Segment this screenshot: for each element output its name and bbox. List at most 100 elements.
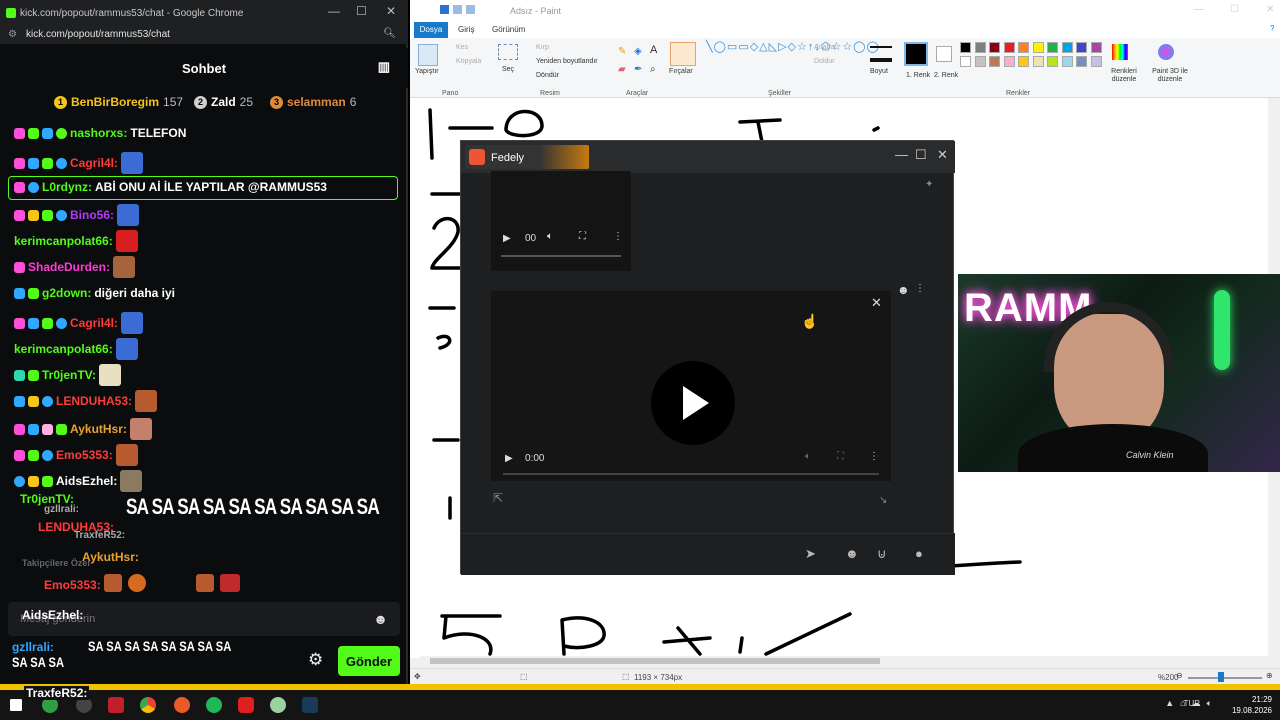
fedely-input-bar[interactable]: ➤ ☻ ⊍ ● <box>461 533 955 575</box>
size-button[interactable]: Boyut <box>870 68 888 75</box>
leader-1[interactable]: 1 BenBirBoregim 157 <box>54 95 183 109</box>
undo-icon[interactable] <box>453 5 462 14</box>
minimize-icon[interactable]: — <box>1194 4 1204 15</box>
url-text[interactable]: kick.com/popout/rammus53/chat <box>26 29 170 40</box>
tab-home[interactable]: Giriş <box>458 25 474 34</box>
copy-button[interactable]: Kopyala <box>456 58 481 65</box>
save-icon[interactable] <box>440 5 449 14</box>
chat-username[interactable]: nashorxs: <box>70 126 127 140</box>
emoji-icon[interactable]: ☻ <box>373 611 388 627</box>
close-icon[interactable]: ✕ <box>937 147 948 163</box>
pin-icon[interactable]: ✦ <box>925 179 933 190</box>
emoji-icon[interactable]: ☻ <box>845 546 859 561</box>
chat-username[interactable]: g2down: <box>42 286 91 300</box>
palette-swatch[interactable] <box>1032 42 1044 53</box>
paste-button[interactable]: Yapıştır <box>415 68 439 75</box>
spotify-icon[interactable] <box>206 697 222 713</box>
palette-swatch[interactable] <box>989 56 1000 67</box>
paste-icon[interactable] <box>418 44 438 66</box>
volume-icon[interactable]: 🔈︎ <box>805 451 811 462</box>
crop-button[interactable]: Kırp <box>536 44 549 51</box>
horizontal-scrollbar[interactable] <box>420 656 1268 666</box>
palette-swatch[interactable] <box>974 42 986 53</box>
color-picker-icon[interactable]: ✒ <box>634 64 642 75</box>
palette-swatch[interactable] <box>1090 56 1102 67</box>
palette-swatch[interactable] <box>1090 42 1102 53</box>
zoom-icon[interactable]: 🔍︎ <box>383 28 396 39</box>
chat-username[interactable]: kerimcanpolat66: <box>14 234 113 248</box>
palette-swatch[interactable] <box>1047 42 1058 53</box>
minimize-icon[interactable]: — <box>895 147 908 162</box>
palette-swatch[interactable] <box>1018 56 1029 67</box>
brushes-button[interactable]: Fırçalar <box>669 68 693 75</box>
paint3d-button[interactable]: Paint 3D ile düzenle <box>1148 68 1192 84</box>
color2-button[interactable]: 2. Renk <box>934 72 958 79</box>
chat-username[interactable]: Bino56: <box>70 208 114 222</box>
brushes-icon[interactable] <box>670 42 696 66</box>
emote-icon[interactable]: ☻ <box>897 283 910 297</box>
chat-menu-icon[interactable]: ▥ <box>378 59 390 75</box>
microphone-icon[interactable]: ● <box>915 546 923 561</box>
play-icon[interactable]: ▶ <box>505 453 513 464</box>
maximize-icon[interactable]: ☐ <box>1230 4 1239 15</box>
cut-button[interactable]: Kes <box>456 44 468 51</box>
chat-username[interactable]: L0rdynz: <box>42 180 92 194</box>
site-info-icon[interactable]: ⚙ <box>8 29 17 40</box>
zoom-slider-thumb[interactable] <box>1218 672 1224 682</box>
minimize-icon[interactable]: — <box>328 4 340 18</box>
send-icon[interactable]: ➤ <box>805 546 816 562</box>
big-play-button[interactable] <box>651 361 735 445</box>
pencil-icon[interactable]: ✎ <box>618 46 626 57</box>
palette-swatch[interactable] <box>1076 56 1087 67</box>
palette-swatch[interactable] <box>960 42 971 53</box>
tab-file[interactable]: Dosya <box>414 22 448 38</box>
palette-swatch[interactable] <box>1061 56 1073 67</box>
play-icon[interactable]: ▶ <box>503 233 511 244</box>
small-video-player[interactable]: ▶ 00 🔈︎ ⛶ ⋮ <box>491 171 631 271</box>
palette-swatch[interactable] <box>989 42 1000 53</box>
select-icon[interactable] <box>498 44 518 60</box>
volume-icon[interactable]: 🔈︎ <box>547 231 553 242</box>
palette-swatch[interactable] <box>1047 56 1058 67</box>
color2-swatch[interactable] <box>936 46 952 62</box>
eraser-icon[interactable]: ▰ <box>618 64 626 75</box>
app-icon[interactable] <box>270 697 286 713</box>
maximize-icon[interactable]: ☐ <box>915 147 927 163</box>
shapes-gallery-icon[interactable]: ╲◯▭▭◇△◺▷◇☆↑↓⬠☆☆◯◯ <box>706 42 879 53</box>
chrome-icon[interactable] <box>140 697 156 713</box>
fill-icon[interactable]: ◈ <box>634 46 642 57</box>
leader-3[interactable]: 3 selamman 6 <box>270 95 356 109</box>
palette-swatch[interactable] <box>1032 56 1044 67</box>
select-button[interactable]: Seç <box>502 66 514 73</box>
more-options-icon[interactable]: ⋮ <box>915 283 925 294</box>
palette-swatch[interactable] <box>960 56 971 67</box>
zoom-in-icon[interactable]: ⊕ <box>1266 671 1273 680</box>
magnifier-icon[interactable]: ⌕ <box>650 64 656 75</box>
close-icon[interactable]: ✕ <box>871 295 882 311</box>
color1-swatch[interactable] <box>904 42 928 66</box>
chat-username[interactable]: LENDUHA53: <box>56 394 132 408</box>
youtube-icon[interactable] <box>238 697 254 713</box>
palette-swatch[interactable] <box>1018 42 1029 53</box>
resize-button[interactable]: Yeniden boyutlandır <box>536 58 598 65</box>
send-button[interactable]: Gönder <box>338 646 400 676</box>
maximize-icon[interactable]: ☐ <box>356 4 367 18</box>
settings-gear-icon[interactable]: ⚙ <box>308 650 323 670</box>
color1-button[interactable]: 1. Renk <box>906 72 930 79</box>
palette-swatch[interactable] <box>1076 42 1087 53</box>
start-icon[interactable] <box>10 699 22 711</box>
chat-username[interactable]: Cagril4l: <box>70 156 118 170</box>
palette-swatch[interactable] <box>974 56 986 67</box>
chat-username[interactable]: AykutHsr: <box>70 422 127 436</box>
steam-icon[interactable] <box>302 697 318 713</box>
fill-button[interactable]: Doldur <box>814 58 835 65</box>
help-icon[interactable]: ? <box>1270 24 1274 33</box>
app-icon[interactable] <box>108 697 124 713</box>
fullscreen-icon[interactable]: ⛶ <box>579 231 586 242</box>
scroll-thumb[interactable] <box>430 658 880 664</box>
resize-icon[interactable]: ↘ <box>879 495 887 506</box>
app-icon[interactable] <box>174 697 190 713</box>
chat-username[interactable]: Emo5353: <box>56 448 113 462</box>
edit-colors-icon[interactable] <box>1112 44 1128 60</box>
size-icon[interactable] <box>870 46 892 62</box>
